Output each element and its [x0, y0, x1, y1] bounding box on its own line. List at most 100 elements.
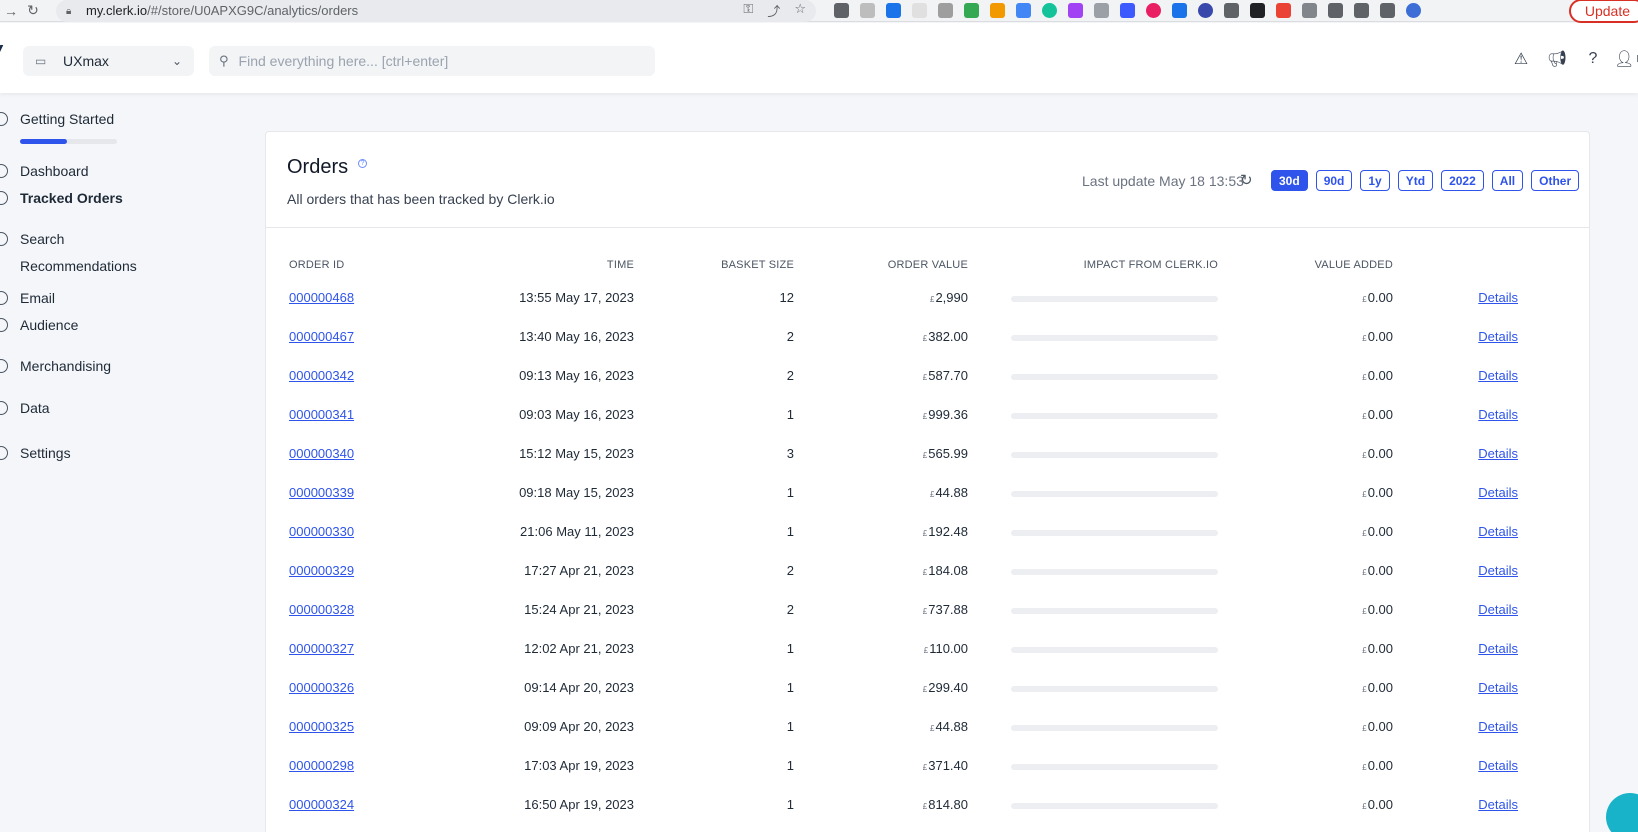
extension-icon[interactable] [834, 3, 849, 18]
column-header-time[interactable]: TIME [489, 249, 634, 278]
address-bar[interactable]: 🔒︎ my.clerk.io /#/store/U0APXG9C/analyti… [56, 0, 816, 22]
extension-icon[interactable] [912, 3, 927, 18]
order-id-link[interactable]: 000000328 [289, 602, 354, 617]
feedback-icon[interactable]: ⚠ [1512, 50, 1530, 68]
chat-widget-icon[interactable] [1606, 793, 1638, 832]
sidepanel-icon[interactable] [1380, 3, 1395, 18]
column-header-value-added[interactable]: VALUE ADDED [1218, 249, 1393, 278]
order-id-link[interactable]: 000000298 [289, 758, 354, 773]
extension-icon[interactable] [1302, 3, 1317, 18]
sidebar-item-data[interactable]: Data [0, 400, 50, 416]
reload-icon[interactable]: ↻ [22, 0, 44, 22]
order-id-link[interactable]: 000000327 [289, 641, 354, 656]
puzzle-icon[interactable] [1328, 3, 1343, 18]
key-icon[interactable]: ⚿ [743, 1, 753, 20]
range-button[interactable]: 2022 [1441, 170, 1484, 191]
star-icon[interactable]: ☆ [794, 1, 806, 20]
range-button[interactable]: Ytd [1397, 170, 1434, 191]
global-search[interactable]: ⚲ [209, 46, 655, 76]
currency-symbol: £ [1362, 607, 1367, 616]
extension-icon[interactable] [1146, 3, 1161, 18]
store-selector[interactable]: ▭ UXmax ⌄ [23, 46, 194, 76]
extension-icon[interactable] [886, 3, 901, 18]
extension-icon[interactable] [860, 3, 875, 18]
announcement-icon[interactable]: 📢︎ [1547, 50, 1567, 68]
sidebar-item-dashboard[interactable]: Dashboard [0, 163, 89, 179]
extension-icon[interactable] [1094, 3, 1109, 18]
extension-icon[interactable] [1120, 3, 1135, 18]
extension-icon[interactable] [1198, 3, 1213, 18]
sidebar-item-audience[interactable]: Audience [0, 317, 78, 333]
order-id-link[interactable]: 000000329 [289, 563, 354, 578]
extension-icon[interactable] [1276, 3, 1291, 18]
details-link[interactable]: Details [1478, 446, 1518, 461]
user-icon[interactable]: 👤︎N [1614, 50, 1638, 68]
order-id-link[interactable]: 000000326 [289, 680, 354, 695]
details-link[interactable]: Details [1478, 680, 1518, 695]
order-id-cell: 000000340 [289, 434, 489, 473]
details-link[interactable]: Details [1478, 329, 1518, 344]
details-link[interactable]: Details [1478, 797, 1518, 812]
update-button[interactable]: Update [1568, 0, 1638, 23]
sidebar-item-email[interactable]: Email [0, 290, 55, 306]
column-header-impact[interactable]: IMPACT FROM CLERK.IO [968, 249, 1218, 278]
extension-icon[interactable] [1172, 3, 1187, 18]
sidebar-item-settings[interactable]: Settings [0, 445, 71, 461]
range-button[interactable]: All [1491, 170, 1524, 191]
extension-icon[interactable] [1016, 3, 1031, 18]
share-icon[interactable]: ⤴ [767, 1, 780, 20]
details-link[interactable]: Details [1478, 719, 1518, 734]
extension-icon[interactable] [1250, 3, 1265, 18]
help-icon[interactable]: ? [358, 159, 367, 168]
profile-avatar-icon[interactable] [1406, 3, 1421, 18]
extension-icon[interactable] [990, 3, 1005, 18]
search-input[interactable] [238, 53, 639, 69]
table-row: 000000468 13:55 May 17, 2023 12 £2,990 £0.00… [289, 278, 1518, 317]
range-button[interactable]: 90d [1315, 170, 1353, 191]
details-link[interactable]: Details [1478, 758, 1518, 773]
extension-icon[interactable] [1224, 3, 1239, 18]
table-row: 000000326 09:14 Apr 20, 2023 1 £299.40 £0.00… [289, 668, 1518, 707]
column-header-order-value[interactable]: ORDER VALUE [794, 249, 968, 278]
order-id-link[interactable]: 000000339 [289, 485, 354, 500]
details-link[interactable]: Details [1478, 524, 1518, 539]
value-added-cell: £0.00 [1218, 785, 1393, 824]
details-link[interactable]: Details [1478, 368, 1518, 383]
sidebar-item-getting-started[interactable]: Getting Started [0, 111, 114, 127]
column-header-order-id[interactable]: ORDER ID [289, 249, 489, 278]
order-id-link[interactable]: 000000342 [289, 368, 354, 383]
extension-icon[interactable] [964, 3, 979, 18]
details-link[interactable]: Details [1478, 602, 1518, 617]
details-link[interactable]: Details [1478, 485, 1518, 500]
details-link[interactable]: Details [1478, 290, 1518, 305]
time-cell: 13:40 May 16, 2023 [519, 329, 634, 344]
extension-icon[interactable] [1068, 3, 1083, 18]
forward-icon[interactable]: → [0, 0, 22, 22]
column-header-basket-size[interactable]: BASKET SIZE [634, 249, 794, 278]
extension-icon[interactable] [1042, 3, 1057, 18]
value-added-cell: £0.00 [1218, 473, 1393, 512]
order-id-link[interactable]: 000000340 [289, 446, 354, 461]
order-id-link[interactable]: 000000468 [289, 290, 354, 305]
order-id-link[interactable]: 000000341 [289, 407, 354, 422]
range-button[interactable]: 30d [1271, 170, 1308, 191]
order-id-link[interactable]: 000000324 [289, 797, 354, 812]
extension-icon[interactable] [938, 3, 953, 18]
sidebar-item-merchandising[interactable]: Merchandising [0, 358, 111, 374]
merchandising-icon [0, 359, 8, 373]
details-link[interactable]: Details [1478, 563, 1518, 578]
order-id-link[interactable]: 000000330 [289, 524, 354, 539]
order-id-link[interactable]: 000000467 [289, 329, 354, 344]
order-id-link[interactable]: 000000325 [289, 719, 354, 734]
refresh-icon[interactable]: ↻ [1240, 171, 1253, 189]
details-link[interactable]: Details [1478, 641, 1518, 656]
details-link[interactable]: Details [1478, 407, 1518, 422]
range-button[interactable]: Other [1531, 170, 1580, 191]
range-button[interactable]: 1y [1360, 170, 1390, 191]
sidebar-item-tracked-orders[interactable]: Tracked Orders [0, 190, 123, 206]
download-icon[interactable] [1354, 3, 1369, 18]
help-icon[interactable]: ? [1584, 50, 1602, 68]
clerk-logo-icon[interactable] [0, 45, 9, 59]
sidebar-item-search[interactable]: Search [0, 231, 64, 247]
sidebar-item-recommendations[interactable]: Recommendations [20, 258, 137, 274]
